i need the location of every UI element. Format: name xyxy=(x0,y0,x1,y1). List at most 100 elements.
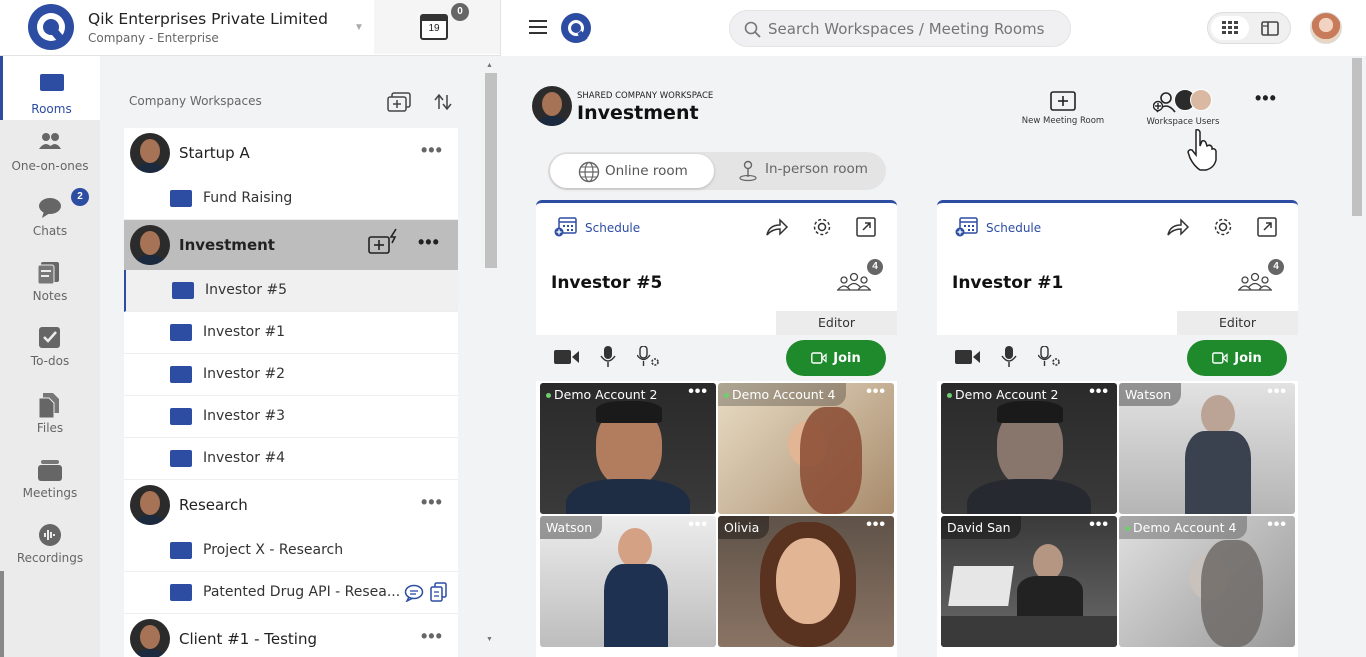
company-switcher[interactable]: Qik Enterprises Private Limited Company … xyxy=(0,0,374,54)
participant-video xyxy=(1033,544,1063,580)
nav-files[interactable]: Files xyxy=(0,393,100,458)
nav-rooms[interactable]: Rooms xyxy=(0,56,100,120)
tile-more-icon[interactable]: ••• xyxy=(1267,383,1287,401)
camera-icon[interactable] xyxy=(554,348,580,366)
microphone-icon[interactable] xyxy=(1001,346,1017,368)
nav-notes[interactable]: Notes xyxy=(0,261,100,326)
room-type-toggle[interactable]: Online room In-person room xyxy=(548,152,886,190)
grid-view-button[interactable] xyxy=(1211,16,1249,40)
camera-icon[interactable] xyxy=(955,348,981,366)
mic-settings-icon[interactable] xyxy=(637,346,661,368)
tile-more-icon[interactable]: ••• xyxy=(866,516,886,534)
participant-tile[interactable]: David San ••• xyxy=(941,516,1117,647)
room-icon xyxy=(172,282,194,299)
nav-meetings[interactable]: Meetings xyxy=(0,458,100,523)
sort-icon[interactable] xyxy=(434,94,452,110)
nav-recordings[interactable]: Recordings xyxy=(0,523,100,588)
online-room-tab[interactable]: Online room xyxy=(550,154,714,188)
tile-more-icon[interactable]: ••• xyxy=(866,383,886,401)
open-external-icon[interactable] xyxy=(856,217,876,237)
add-workspace-icon[interactable] xyxy=(387,92,411,112)
recordings-icon xyxy=(38,523,62,547)
join-button[interactable]: Join xyxy=(1187,340,1287,376)
tile-more-icon[interactable]: ••• xyxy=(1089,516,1109,534)
workspace-client-1[interactable]: Client #1 - Testing ••• xyxy=(124,614,458,657)
room-item[interactable]: Investor #3 xyxy=(124,396,458,438)
room-icon xyxy=(170,366,192,383)
more-options-icon[interactable]: ••• xyxy=(421,492,443,513)
search-bar[interactable] xyxy=(729,10,1071,47)
participants-icon[interactable] xyxy=(836,272,872,292)
more-options-icon[interactable]: ••• xyxy=(421,140,443,161)
settings-icon[interactable] xyxy=(1212,216,1234,238)
chevron-down-icon: ▼ xyxy=(354,22,364,33)
room-item[interactable]: Investor #1 xyxy=(124,312,458,354)
schedule-icon[interactable] xyxy=(955,216,979,238)
view-toggle[interactable] xyxy=(1207,12,1291,44)
schedule-link[interactable]: Schedule xyxy=(585,221,640,235)
notes-icon xyxy=(38,261,62,285)
instant-room-icon[interactable] xyxy=(367,228,401,256)
room-item[interactable]: Fund Raising xyxy=(124,178,458,220)
participant-video xyxy=(776,538,840,624)
calendar-icon[interactable]: 19 xyxy=(420,14,448,40)
nav-chats[interactable]: Chats 2 xyxy=(0,188,100,261)
participant-tile[interactable]: Watson ••• xyxy=(1119,383,1295,514)
participant-tile[interactable]: Demo Account 2 ••• xyxy=(941,383,1117,514)
add-room-icon xyxy=(1050,91,1076,111)
schedule-link[interactable]: Schedule xyxy=(986,221,1041,235)
scrollbar-thumb[interactable] xyxy=(485,73,497,268)
participant-tile[interactable]: Demo Account 4 ••• xyxy=(718,383,894,514)
role-label: Editor xyxy=(776,311,897,335)
panel-view-icon[interactable] xyxy=(1261,21,1279,36)
participant-tile[interactable]: Demo Account 2 ••• xyxy=(540,383,716,514)
user-avatar[interactable] xyxy=(1310,12,1342,44)
room-item[interactable]: Patented Drug API - Resea... xyxy=(124,572,458,614)
participants-icon[interactable] xyxy=(1237,272,1273,292)
join-button[interactable]: Join xyxy=(786,340,886,376)
more-options-icon[interactable]: ••• xyxy=(421,626,443,647)
room-name: Investor #2 xyxy=(203,366,286,382)
schedule-icon[interactable] xyxy=(554,216,578,238)
scrollbar-thumb[interactable] xyxy=(1352,58,1362,216)
nav-one-on-ones[interactable]: One-on-ones xyxy=(0,131,100,196)
workspace-research[interactable]: Research ••• xyxy=(124,480,458,530)
tile-more-icon[interactable]: ••• xyxy=(1267,516,1287,534)
tile-more-icon[interactable]: ••• xyxy=(1089,383,1109,401)
participant-tile[interactable]: Watson ••• xyxy=(540,516,716,647)
menu-icon[interactable] xyxy=(529,20,547,34)
search-input[interactable] xyxy=(768,17,1058,41)
more-options-icon[interactable]: ••• xyxy=(1255,88,1277,109)
settings-icon[interactable] xyxy=(811,216,833,238)
chat-bubble-icon[interactable] xyxy=(404,584,424,602)
mic-settings-icon[interactable] xyxy=(1038,346,1062,368)
participant-tile[interactable]: Olivia ••• xyxy=(718,516,894,647)
more-options-icon[interactable]: ••• xyxy=(418,232,440,253)
workspace-startup-a[interactable]: Startup A ••• xyxy=(124,128,458,178)
workspace-users-label: Workspace Users xyxy=(1146,117,1220,127)
participant-tile[interactable]: Demo Account 4 ••• xyxy=(1119,516,1295,647)
video-icon xyxy=(811,352,827,364)
nav-todos[interactable]: To-dos xyxy=(0,326,100,391)
workspace-scrollbar[interactable]: ▲ ▼ xyxy=(482,56,500,657)
room-item[interactable]: Investor #4 xyxy=(124,438,458,480)
share-icon[interactable] xyxy=(765,217,789,237)
room-item[interactable]: Project X - Research xyxy=(124,530,458,572)
open-external-icon[interactable] xyxy=(1257,217,1277,237)
workspace-title: Investment xyxy=(577,102,699,124)
microphone-icon[interactable] xyxy=(600,346,616,368)
new-meeting-room-button[interactable]: New Meeting Room xyxy=(1018,90,1108,130)
documents-icon[interactable] xyxy=(430,582,448,602)
nav-notes-label: Notes xyxy=(32,289,68,303)
room-item-active[interactable]: Investor #5 xyxy=(124,270,458,312)
share-icon[interactable] xyxy=(1166,217,1190,237)
main-scrollbar[interactable] xyxy=(1348,56,1366,657)
workspace-name: Research xyxy=(179,496,248,514)
workspace-users-button[interactable]: Workspace Users xyxy=(1143,88,1223,132)
tile-more-icon[interactable]: ••• xyxy=(688,516,708,534)
inperson-room-tab[interactable]: In-person room xyxy=(716,154,884,188)
tile-more-icon[interactable]: ••• xyxy=(688,383,708,401)
workspace-kicker: SHARED COMPANY WORKSPACE xyxy=(577,91,714,101)
workspace-investment[interactable]: Investment ••• xyxy=(124,220,458,270)
room-item[interactable]: Investor #2 xyxy=(124,354,458,396)
